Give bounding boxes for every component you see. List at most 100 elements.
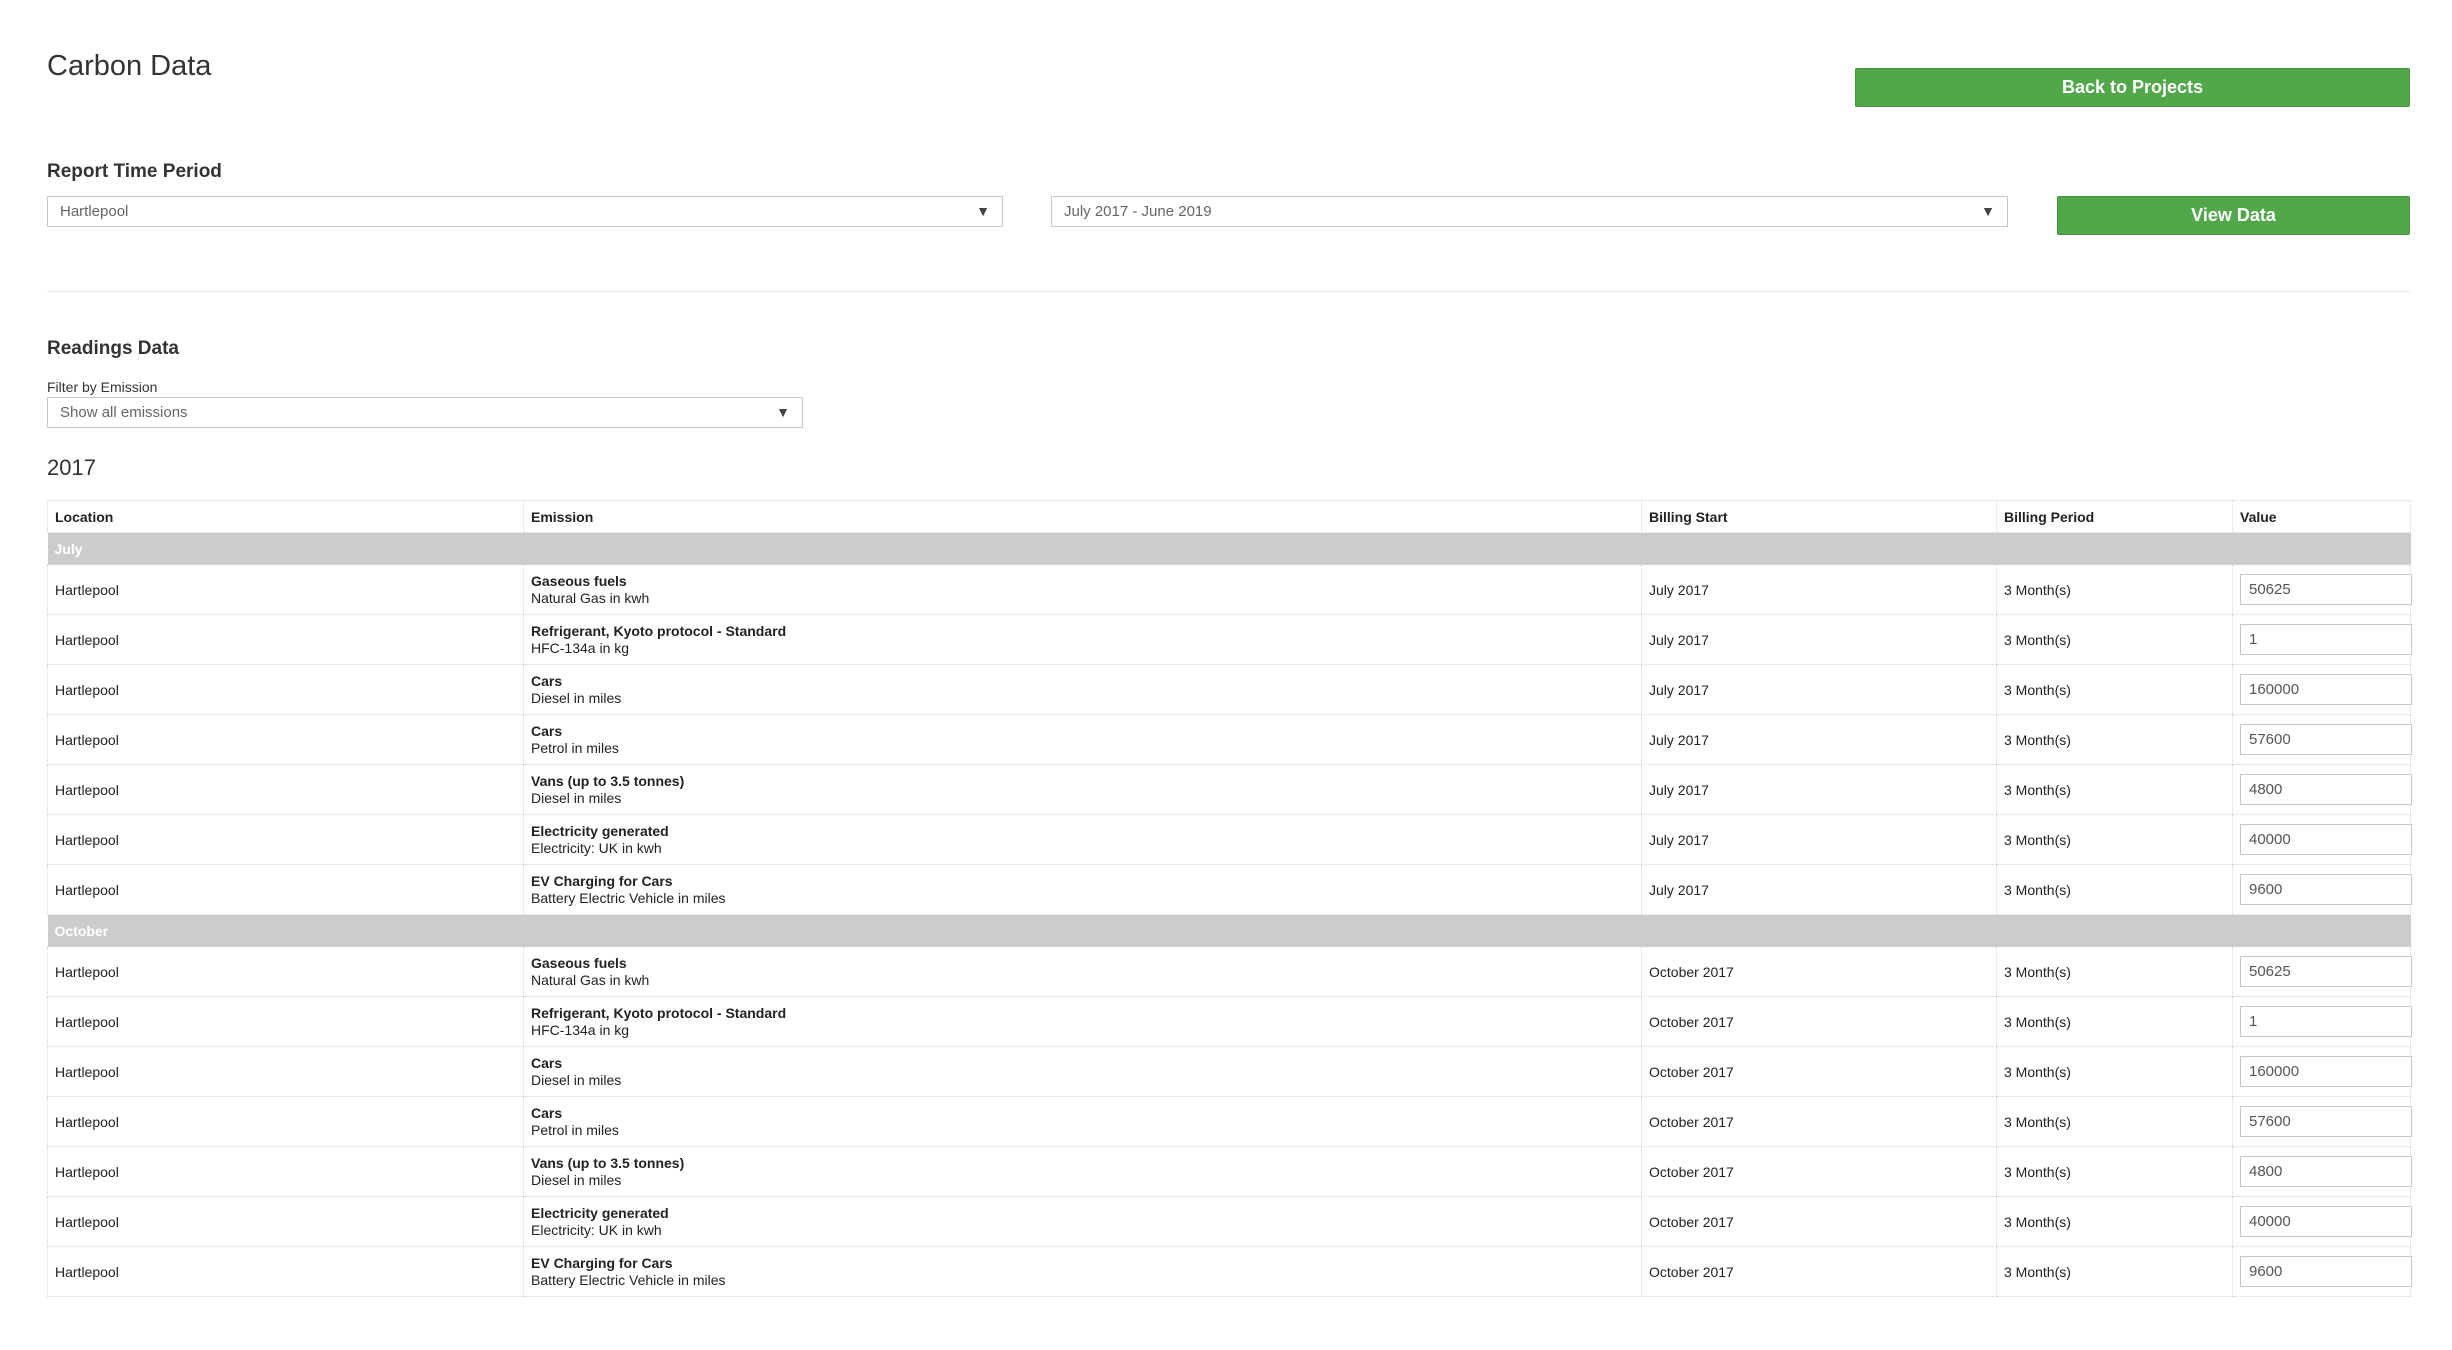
year-heading: 2017 (47, 455, 96, 480)
view-data-button[interactable]: View Data (2057, 196, 2410, 235)
table-row: Hartlepool Vans (up to 3.5 tonnes) Diesel … (47, 1146, 2412, 1197)
location-select-value: Hartlepool (60, 203, 129, 220)
emission-cell: Vans (up to 3.5 tonnes) Diesel in miles (523, 764, 1642, 815)
page-title: Carbon Data (47, 50, 212, 82)
value-input[interactable] (2240, 824, 2412, 855)
billing-period-cell: 3 Month(s) (1996, 946, 2233, 997)
location-select[interactable]: Hartlepool ▼ (47, 196, 1003, 227)
emission-unit: Battery Electric Vehicle in miles (531, 1271, 726, 1288)
report-time-period-label: Report Time Period (47, 161, 222, 182)
billing-period-cell: 3 Month(s) (1996, 764, 2233, 815)
value-cell (2232, 564, 2412, 615)
table-row: Hartlepool Refrigerant, Kyoto protocol - … (47, 614, 2412, 665)
value-input[interactable] (2240, 1006, 2412, 1037)
emission-cell: Electricity generated Electricity: UK in … (523, 814, 1642, 865)
table-row: Hartlepool EV Charging for Cars Battery El… (47, 1246, 2412, 1297)
value-input[interactable] (2240, 1156, 2412, 1187)
time-period-select-value: July 2017 - June 2019 (1064, 203, 1212, 220)
emission-type: Refrigerant, Kyoto protocol - Standard (531, 1004, 787, 1021)
emission-cell: Gaseous fuels Natural Gas in kwh (523, 564, 1642, 615)
emission-unit: Diesel in miles (531, 1071, 622, 1088)
emission-type: Gaseous fuels (531, 954, 627, 971)
billing-period-cell: 3 Month(s) (1996, 864, 2233, 915)
emission-type: EV Charging for Cars (531, 872, 673, 889)
billing-start-cell: July 2017 (1641, 764, 1997, 815)
table-row: Hartlepool Cars Diesel in miles October 201… (47, 1046, 2412, 1097)
billing-period-cell: 3 Month(s) (1996, 1096, 2233, 1147)
billing-period-cell: 3 Month(s) (1996, 564, 2233, 615)
table-row: Hartlepool Cars Petrol in miles October 201… (47, 1096, 2412, 1147)
value-cell (2232, 946, 2412, 997)
value-input[interactable] (2240, 874, 2412, 905)
emission-unit: Diesel in miles (531, 789, 622, 806)
emission-unit: Petrol in miles (531, 739, 619, 756)
billing-period-cell: 3 Month(s) (1996, 996, 2233, 1047)
location-cell: Hartlepool (47, 1046, 524, 1097)
group-label: October (47, 914, 2411, 947)
location-cell: Hartlepool (47, 814, 524, 865)
location-cell: Hartlepool (47, 714, 524, 765)
value-input[interactable] (2240, 724, 2412, 755)
location-cell: Hartlepool (47, 1096, 524, 1147)
billing-start-cell: October 2017 (1641, 1146, 1997, 1197)
emission-cell: Vans (up to 3.5 tonnes) Diesel in miles (523, 1146, 1642, 1197)
billing-period-cell: 3 Month(s) (1996, 664, 2233, 715)
table-row: Hartlepool Cars Diesel in miles July 2017 3 … (47, 664, 2412, 715)
billing-start-cell: July 2017 (1641, 814, 1997, 865)
emission-unit: Petrol in miles (531, 1121, 619, 1138)
billing-period-cell: 3 Month(s) (1996, 614, 2233, 665)
value-input[interactable] (2240, 1256, 2412, 1287)
billing-start-cell: July 2017 (1641, 614, 1997, 665)
billing-start-cell: July 2017 (1641, 864, 1997, 915)
emission-unit: Diesel in miles (531, 689, 622, 706)
column-header-emission: Emission (523, 500, 1642, 533)
value-cell (2232, 714, 2412, 765)
value-input[interactable] (2240, 624, 2412, 655)
emission-filter-value: Show all emissions (60, 404, 188, 421)
emission-type: Cars (531, 1054, 563, 1071)
emission-type: Gaseous fuels (531, 572, 627, 589)
column-header-billing-period: Billing Period (1996, 500, 2233, 533)
group-label: July (47, 532, 2411, 565)
billing-period-cell: 3 Month(s) (1996, 1046, 2233, 1097)
location-cell: Hartlepool (47, 1196, 524, 1247)
emission-type: EV Charging for Cars (531, 1254, 673, 1271)
value-cell (2232, 864, 2412, 915)
emission-cell: EV Charging for Cars Battery Electric Veh… (523, 1246, 1642, 1297)
time-period-select[interactable]: July 2017 - June 2019 ▼ (1051, 196, 2008, 227)
back-to-projects-button[interactable]: Back to Projects (1855, 68, 2410, 107)
billing-period-cell: 3 Month(s) (1996, 714, 2233, 765)
readings-table: Location Emission Billing Start Billing … (47, 500, 2412, 1297)
readings-data-label: Readings Data (47, 338, 179, 359)
emission-type: Vans (up to 3.5 tonnes) (531, 772, 685, 789)
value-input[interactable] (2240, 574, 2412, 605)
location-cell: Hartlepool (47, 664, 524, 715)
column-header-value: Value (2232, 500, 2411, 533)
table-header-row: Location Emission Billing Start Billing … (47, 500, 2411, 533)
billing-period-cell: 3 Month(s) (1996, 1146, 2233, 1197)
emission-cell: Refrigerant, Kyoto protocol - Standard HF… (523, 996, 1642, 1047)
value-input[interactable] (2240, 1206, 2412, 1237)
value-cell (2232, 996, 2412, 1047)
value-input[interactable] (2240, 1056, 2412, 1087)
emission-type: Refrigerant, Kyoto protocol - Standard (531, 622, 787, 639)
emission-type: Cars (531, 672, 563, 689)
value-input[interactable] (2240, 1106, 2412, 1137)
emission-cell: Cars Petrol in miles (523, 714, 1642, 765)
emission-unit: Electricity: UK in kwh (531, 1221, 662, 1238)
location-cell: Hartlepool (47, 1246, 524, 1297)
group-row-july: July (47, 532, 2411, 565)
emission-cell: EV Charging for Cars Battery Electric Veh… (523, 864, 1642, 915)
value-input[interactable] (2240, 956, 2412, 987)
billing-start-cell: July 2017 (1641, 664, 1997, 715)
value-cell (2232, 664, 2412, 715)
billing-start-cell: October 2017 (1641, 1246, 1997, 1297)
filter-by-emission-label: Filter by Emission (47, 379, 158, 395)
value-input[interactable] (2240, 674, 2412, 705)
emission-filter-select[interactable]: Show all emissions ▼ (47, 397, 803, 428)
location-cell: Hartlepool (47, 946, 524, 997)
chevron-down-icon: ▼ (776, 404, 790, 420)
value-cell (2232, 614, 2412, 665)
column-header-location: Location (47, 500, 524, 533)
value-input[interactable] (2240, 774, 2412, 805)
